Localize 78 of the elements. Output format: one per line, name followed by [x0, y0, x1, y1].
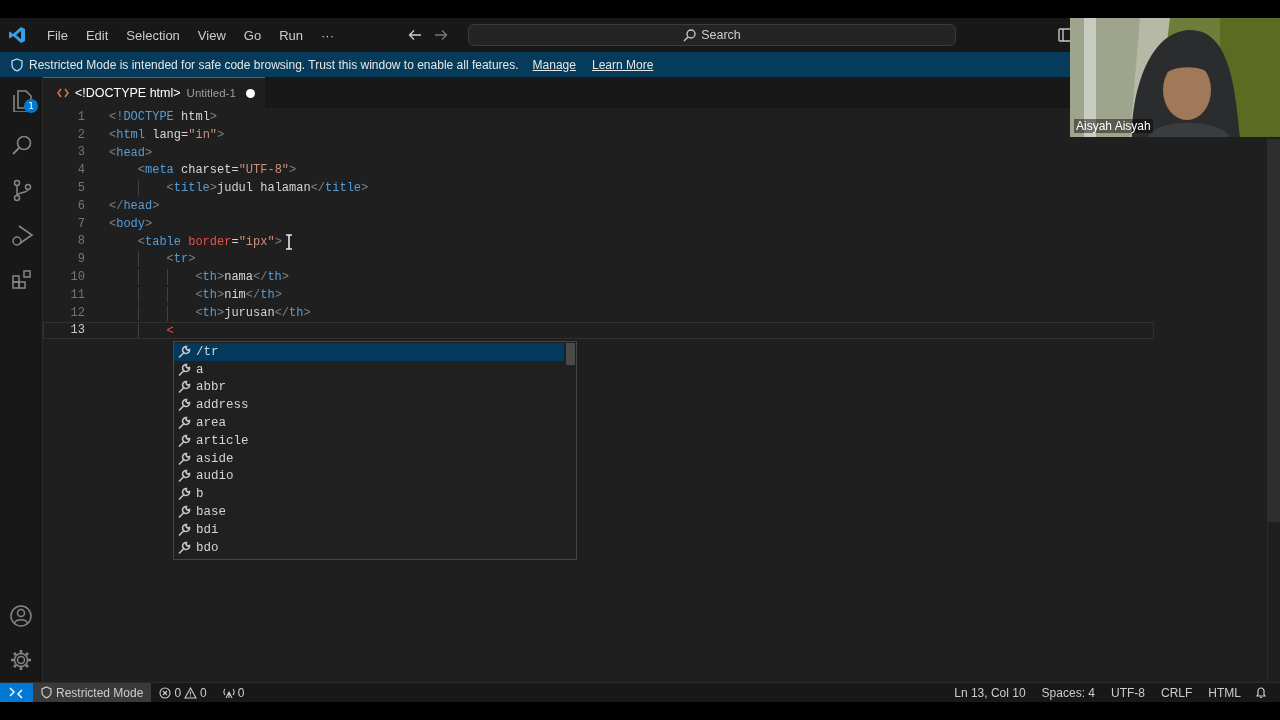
problems-button[interactable]: 0 0	[151, 685, 215, 700]
line-number: 4	[76, 163, 85, 178]
line-number: 12	[69, 305, 85, 320]
code-line: 7 <body>	[43, 214, 154, 233]
menu-item[interactable]: Edit	[76, 27, 118, 43]
suggestion-label: bdo	[196, 540, 219, 555]
status-item[interactable]: CRLF	[1153, 685, 1201, 700]
suggestion-item[interactable]: a	[174, 360, 564, 379]
code-line: 2 <html lang="in">	[43, 125, 226, 144]
code-line: 5 <title>judul halaman</title>	[43, 179, 370, 197]
line-number: 10	[69, 270, 85, 285]
suggestion-item[interactable]: abbr	[174, 378, 564, 397]
suggestion-label: b	[196, 487, 204, 502]
suggestion-label: address	[196, 398, 249, 413]
editor-tab[interactable]: <!DOCTYPE html> Untitled-1	[43, 77, 265, 108]
menu-item[interactable]: Go	[234, 27, 271, 43]
suggestion-label: base	[196, 505, 226, 520]
suggestion-label: abbr	[196, 380, 226, 395]
activity-item[interactable]: 1	[0, 77, 42, 122]
line-number: 7	[76, 216, 85, 231]
suggestion-label: a	[196, 362, 204, 377]
suggestion-item[interactable]: area	[174, 414, 564, 432]
suggestion-item[interactable]: aside	[174, 449, 564, 468]
line-number: 9	[76, 252, 85, 267]
suggestion-item[interactable]: b	[174, 485, 564, 504]
suggestion-item[interactable]: bdo	[174, 538, 564, 557]
line-number: 13	[69, 323, 85, 338]
suggestion-item[interactable]: article	[174, 432, 564, 450]
tab-title: <!DOCTYPE html>	[75, 86, 181, 100]
code-line: 9 <tr>	[43, 250, 197, 269]
status-item[interactable]: Spaces: 4	[1033, 685, 1103, 700]
restricted-mode-button[interactable]: Restricted Mode	[33, 683, 152, 702]
suggestion-item[interactable]: base	[174, 503, 564, 521]
line-number: 2	[76, 127, 85, 142]
line-number: 11	[69, 287, 85, 302]
status-item[interactable]: HTML	[1200, 685, 1249, 700]
tab-description: Untitled-1	[186, 87, 236, 99]
warning-count: 0	[200, 685, 207, 700]
suggestion-item[interactable]: audio	[174, 467, 564, 486]
status-item[interactable]: UTF-8	[1103, 685, 1153, 700]
suggestion-label: bdi	[196, 522, 219, 537]
line-number: 5	[76, 181, 85, 196]
ports-count: 0	[237, 685, 245, 700]
suggestion-label: area	[196, 416, 226, 431]
menu-item[interactable]: File	[38, 27, 77, 43]
line-number: 6	[76, 198, 85, 213]
menu-item[interactable]: View	[188, 27, 235, 43]
code-line: 6 </head>	[43, 197, 161, 215]
ports-button[interactable]: 0	[214, 685, 253, 700]
banner-link[interactable]: Learn More	[591, 57, 654, 72]
code-line: 3 <head>	[43, 143, 154, 162]
code-line: 11 <th>nim</th>	[43, 285, 283, 304]
menu-item[interactable]: ···	[312, 27, 343, 43]
search-placeholder: Search	[701, 28, 741, 42]
suggestion-item[interactable]: bdi	[174, 520, 564, 539]
code-line: 12 <th>jurusan</th>	[43, 303, 312, 322]
suggestion-label: article	[196, 433, 249, 448]
participant-name: Aisyah Aisyah	[1074, 119, 1153, 133]
code-line: 10 <th>nama</th>	[43, 268, 291, 286]
suggestion-item[interactable]: address	[174, 396, 564, 415]
suggestion-label: audio	[196, 469, 234, 484]
code-line: 4 <meta charset="UTF-8">	[43, 161, 298, 180]
suggestion-label: aside	[196, 451, 234, 466]
menu-item[interactable]: Selection	[117, 27, 189, 43]
suggestion-label: /tr	[196, 344, 219, 359]
count-badge: 1	[24, 99, 38, 113]
code-line: 1 <!DOCTYPE html>	[43, 108, 219, 126]
code-line: 8 <table border="ipx">	[43, 232, 283, 251]
banner-link[interactable]: Manage	[532, 57, 576, 72]
line-number: 3	[76, 145, 85, 160]
menu-item[interactable]: Run	[270, 27, 312, 43]
banner-message: Restricted Mode is intended for safe code browsing. Trust this window to enable all features.	[29, 57, 519, 72]
search-field[interactable]: Search	[468, 24, 956, 46]
line-number: 8	[76, 234, 85, 249]
status-item[interactable]: Ln 13, Col 10	[946, 685, 1034, 700]
suggestion-item[interactable]: /tr	[174, 343, 564, 361]
line-number: 1	[76, 109, 85, 124]
error-count: 0	[174, 685, 182, 700]
